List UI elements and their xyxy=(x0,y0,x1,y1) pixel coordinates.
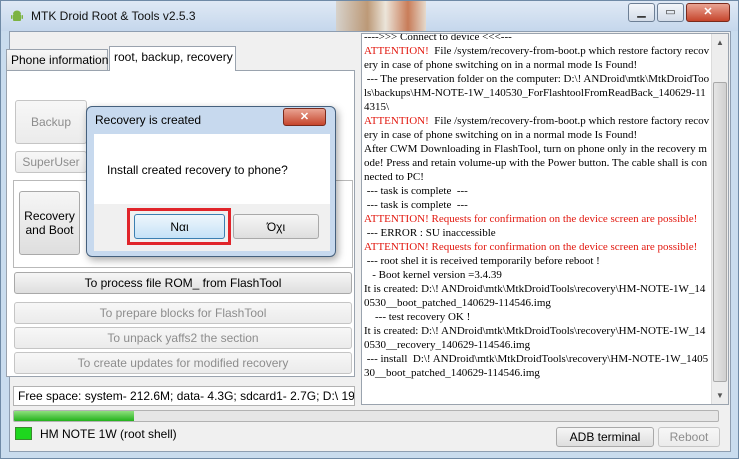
log-panel[interactable]: ---->>> Connect to device <<<--- ATTENTIO… xyxy=(361,33,729,405)
log-line: ATTENTION! File /system/recovery-from-bo… xyxy=(364,44,710,72)
scroll-down-arrow-icon[interactable]: ▼ xyxy=(712,387,728,404)
log-line: - Boot kernel version =3.4.39 xyxy=(364,269,502,281)
log-line: It is created: D:\! ANDroid\mtk\MtkDroid… xyxy=(364,283,706,309)
log-line: --- root shel it is received temporarily… xyxy=(364,255,600,267)
dialog-title: Recovery is created xyxy=(95,113,202,127)
log-line: ATTENTION! File /system/recovery-from-bo… xyxy=(364,114,710,142)
adb-terminal-button[interactable]: ADB terminal xyxy=(556,427,654,447)
log-line: --- task is complete --- xyxy=(364,199,468,211)
log-line: --- The preservation folder on the compu… xyxy=(364,73,710,113)
superuser-button[interactable]: SuperUser xyxy=(15,151,87,173)
dialog-no-button[interactable]: Όχι xyxy=(233,214,319,239)
dialog-body: Install created recovery to phone? xyxy=(94,134,330,204)
log-attention-prefix: ATTENTION! xyxy=(364,115,429,127)
tab-phone-information[interactable]: Phone information xyxy=(6,49,108,71)
log-line: ATTENTION! Requests for confirmation on … xyxy=(364,213,698,225)
backup-button[interactable]: Backup xyxy=(15,100,87,144)
recovery-and-boot-button[interactable]: Recovery and Boot xyxy=(19,191,80,255)
scroll-thumb[interactable] xyxy=(713,82,727,382)
title-bar[interactable]: MTK Droid Root & Tools v2.5.3 ▁ ▭ ✕ xyxy=(1,1,738,31)
dialog-yes-button[interactable]: Ναι xyxy=(134,214,225,239)
log-line: ---->>> Connect to device <<<--- xyxy=(364,33,512,43)
log-line: --- install D:\! ANDroid\mtk\MtkDroidToo… xyxy=(364,353,709,379)
close-button[interactable]: ✕ xyxy=(686,3,730,22)
reboot-button[interactable]: Reboot xyxy=(658,427,720,447)
dialog-message: Install created recovery to phone? xyxy=(107,163,288,177)
create-updates-button[interactable]: To create updates for modified recovery xyxy=(14,352,352,374)
log-line: --- test recovery OK ! xyxy=(364,311,471,323)
window-title: MTK Droid Root & Tools v2.5.3 xyxy=(31,9,196,23)
title-bar-decoration xyxy=(336,1,426,31)
minimize-button[interactable]: ▁ xyxy=(628,3,655,22)
tab-root-backup-recovery[interactable]: root, backup, recovery xyxy=(109,46,236,71)
unpack-yaffs-button[interactable]: To unpack yaffs2 the section xyxy=(14,327,352,349)
device-status-label: HM NOTE 1W (root shell) xyxy=(40,427,177,441)
log-line: It is created: D:\! ANDroid\mtk\MtkDroid… xyxy=(364,325,706,351)
log-line: --- ERROR : SU inaccessible xyxy=(364,227,496,239)
maximize-button[interactable]: ▭ xyxy=(657,3,684,22)
device-status-indicator xyxy=(15,427,32,440)
android-icon xyxy=(11,10,23,21)
scroll-up-arrow-icon[interactable]: ▲ xyxy=(712,34,728,51)
process-rom-button[interactable]: To process file ROM_ from FlashTool xyxy=(14,272,352,294)
log-content: ---->>> Connect to device <<<--- ATTENTIO… xyxy=(364,33,710,380)
log-line: --- task is complete --- xyxy=(364,185,468,197)
log-line: After CWM Downloading in FlashTool, turn… xyxy=(364,143,708,183)
free-space-readout: Free space: system- 212.6M; data- 4.3G; … xyxy=(13,386,355,406)
progress-bar xyxy=(13,410,719,422)
progress-fill xyxy=(14,411,134,421)
dialog-close-button[interactable]: ✕ xyxy=(283,108,326,126)
prepare-blocks-button[interactable]: To prepare blocks for FlashTool xyxy=(14,302,352,324)
log-line: ATTENTION! Requests for confirmation on … xyxy=(364,241,698,253)
log-attention-prefix: ATTENTION! xyxy=(364,45,429,57)
log-scrollbar[interactable]: ▲ ▼ xyxy=(711,34,728,404)
